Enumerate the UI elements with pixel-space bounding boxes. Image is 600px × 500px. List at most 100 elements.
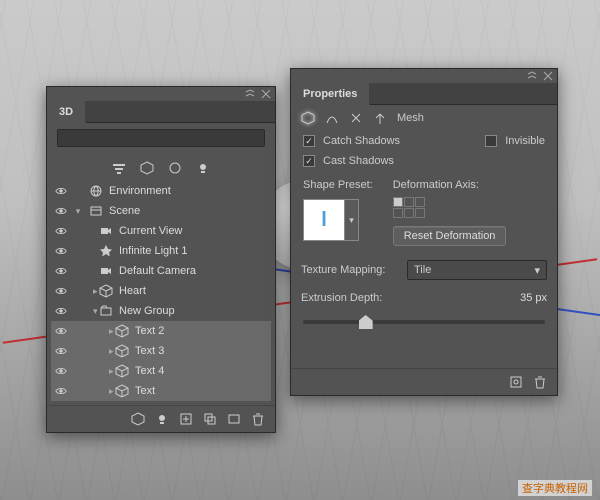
extrusion-depth-label: Extrusion Depth:: [301, 292, 382, 304]
catch-shadows-label: Catch Shadows: [323, 135, 400, 147]
tree-row[interactable]: ▾ New Group: [51, 301, 271, 321]
tree-item-label: Default Camera: [119, 265, 267, 277]
collapse-icon[interactable]: [245, 89, 255, 99]
tree-row[interactable]: ▸ Text 2: [51, 321, 271, 341]
visibility-icon[interactable]: [55, 305, 67, 317]
twisty-icon[interactable]: ▸: [73, 386, 109, 397]
visibility-icon[interactable]: [55, 245, 67, 257]
render-icon[interactable]: [227, 412, 241, 426]
shape-preset-swatch[interactable]: l: [303, 199, 345, 241]
camera-icon: [99, 224, 113, 238]
mesh-icon: [115, 384, 129, 398]
texture-mapping-label: Texture Mapping:: [301, 264, 385, 276]
tree-row[interactable]: Environment: [51, 181, 271, 201]
filter-mesh-icon[interactable]: [140, 161, 154, 175]
mesh-icon: [115, 344, 129, 358]
duplicate-icon[interactable]: [203, 412, 217, 426]
mesh-mode-icon[interactable]: [301, 111, 315, 125]
panel-header[interactable]: [291, 69, 557, 83]
props-footer-toolbar: [291, 368, 557, 395]
tab-properties[interactable]: Properties: [291, 83, 370, 105]
chevron-down-icon: ▾: [534, 264, 540, 277]
tree-item-label: Scene: [109, 205, 267, 217]
extrusion-depth-slider[interactable]: [303, 320, 545, 324]
tab-3d[interactable]: 3D: [47, 101, 86, 123]
tree-item-label: Text 2: [135, 325, 267, 337]
filter-scene-icon[interactable]: [112, 161, 126, 175]
slider-thumb[interactable]: [359, 315, 373, 329]
close-icon[interactable]: [261, 89, 271, 99]
tree-item-label: Environment: [109, 185, 267, 197]
filter-light-icon[interactable]: [196, 161, 210, 175]
mesh-label: Mesh: [397, 112, 424, 124]
tree-item-label: New Group: [119, 305, 267, 317]
filter-material-icon[interactable]: [168, 161, 182, 175]
twisty-icon[interactable]: ▸: [73, 326, 109, 337]
visibility-icon[interactable]: [55, 345, 67, 357]
tree-item-label: Text 3: [135, 345, 267, 357]
extrusion-depth-value[interactable]: 35 px: [520, 292, 547, 304]
mesh-icon: [99, 284, 113, 298]
twisty-icon[interactable]: ▾: [73, 206, 83, 217]
group-icon: [99, 304, 113, 318]
cast-shadows-checkbox[interactable]: [303, 155, 315, 167]
properties-panel: Properties Mesh Catch Shadows Invisible …: [290, 68, 558, 396]
twisty-icon[interactable]: ▾: [73, 306, 93, 317]
invisible-checkbox[interactable]: [485, 135, 497, 147]
twisty-icon[interactable]: ▸: [73, 346, 109, 357]
tree-item-label: Infinite Light 1: [119, 245, 267, 257]
close-icon[interactable]: [543, 71, 553, 81]
visibility-icon[interactable]: [55, 325, 67, 337]
tree-item-label: Text: [135, 385, 267, 397]
visibility-icon[interactable]: [55, 205, 67, 217]
tree-item-label: Current View: [119, 225, 267, 237]
twisty-icon[interactable]: ▸: [73, 366, 109, 377]
twisty-icon[interactable]: ▸: [73, 286, 93, 297]
trash-icon[interactable]: [251, 412, 265, 426]
visibility-icon[interactable]: [55, 365, 67, 377]
new-light-icon[interactable]: [155, 412, 169, 426]
reset-deformation-button[interactable]: Reset Deformation: [393, 226, 507, 246]
visibility-icon[interactable]: [55, 285, 67, 297]
scene-icon: [89, 204, 103, 218]
tree-row[interactable]: ▸ Heart: [51, 281, 271, 301]
visibility-icon[interactable]: [55, 185, 67, 197]
new-mesh-icon[interactable]: [131, 412, 145, 426]
tree-row[interactable]: Infinite Light 1: [51, 241, 271, 261]
shape-preset-dropdown[interactable]: ▾: [345, 199, 359, 241]
texture-mapping-dropdown[interactable]: Tile ▾: [407, 260, 547, 280]
visibility-icon[interactable]: [55, 385, 67, 397]
tree-row[interactable]: Default Camera: [51, 261, 271, 281]
tree-item-label: Heart: [119, 285, 267, 297]
render-settings-icon[interactable]: [509, 375, 523, 389]
trash-icon[interactable]: [533, 375, 547, 389]
tree-row[interactable]: ▸ Text 4: [51, 361, 271, 381]
collapse-icon[interactable]: [527, 71, 537, 81]
invisible-label: Invisible: [505, 135, 545, 147]
props-mode-toolbar: Mesh: [291, 105, 557, 131]
3d-footer-toolbar: [47, 405, 275, 432]
visibility-icon[interactable]: [55, 265, 67, 277]
texture-mapping-value: Tile: [414, 264, 431, 276]
visibility-icon[interactable]: [55, 225, 67, 237]
mesh-icon: [115, 324, 129, 338]
watermark: 查字典教程网: [518, 480, 592, 496]
add-to-scene-icon[interactable]: [179, 412, 193, 426]
deform-axis-picker[interactable]: [393, 197, 507, 218]
tree-row[interactable]: Current View: [51, 221, 271, 241]
3d-layer-tree: Environment ▾ Scene Current View Infinite Li…: [47, 181, 275, 405]
coords-mode-icon[interactable]: [373, 111, 387, 125]
cap-mode-icon[interactable]: [349, 111, 363, 125]
catch-shadows-checkbox[interactable]: [303, 135, 315, 147]
3d-search-input[interactable]: [57, 129, 265, 147]
tree-row[interactable]: ▾ Scene: [51, 201, 271, 221]
3d-filter-toolbar: [47, 155, 275, 181]
env-icon: [89, 184, 103, 198]
deform-mode-icon[interactable]: [325, 111, 339, 125]
panel-header[interactable]: [47, 87, 275, 101]
tree-row[interactable]: ▸ Text 3: [51, 341, 271, 361]
mesh-icon: [115, 364, 129, 378]
tree-item-label: Text 4: [135, 365, 267, 377]
camera-icon: [99, 264, 113, 278]
tree-row[interactable]: ▸ Text: [51, 381, 271, 401]
